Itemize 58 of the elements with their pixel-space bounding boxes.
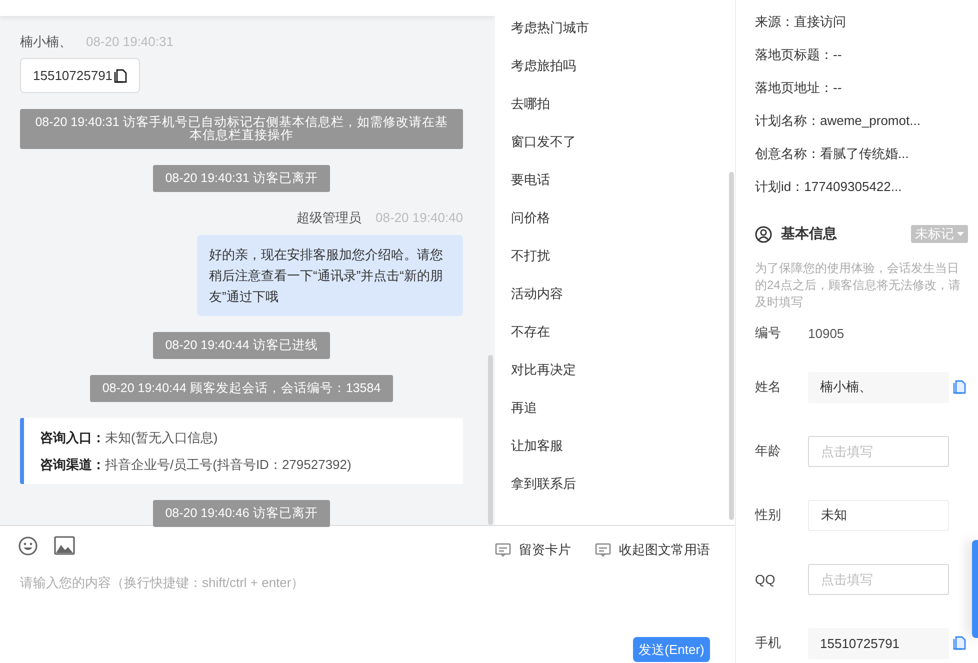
caret-icon bbox=[957, 232, 964, 236]
source-info: 计划id：177409305422... bbox=[755, 178, 902, 196]
field-label: QQ bbox=[755, 572, 776, 586]
notice-text: 为了保障您的使用体验，会话发生当日的24点之后，顾客信息将无法修改，请及时填写 bbox=[755, 260, 962, 311]
user-icon bbox=[755, 226, 772, 242]
field-value: 10905 bbox=[808, 326, 844, 340]
message-time: 08-20 19:40:40 bbox=[376, 209, 463, 227]
phrase-item[interactable]: 问价格 bbox=[511, 199, 550, 237]
phrase-item[interactable]: 要电话 bbox=[511, 161, 550, 199]
source-info: 计划名称：aweme_promot... bbox=[755, 112, 920, 130]
message-icon bbox=[595, 543, 611, 557]
phrase-item[interactable]: 让加客服 bbox=[511, 427, 563, 465]
source-info: 落地页标题：-- bbox=[755, 46, 842, 64]
message-icon bbox=[495, 543, 511, 557]
select-field[interactable]: 未知 bbox=[808, 500, 949, 530]
field-label: 编号 bbox=[755, 324, 782, 342]
sender-name: 楠小楠、 bbox=[20, 33, 72, 51]
system-notice: 08-20 19:40:44 访客已进线 bbox=[153, 332, 330, 359]
system-notice: 08-20 19:40:31 访客已离开 bbox=[153, 165, 330, 192]
phrase-item[interactable]: 考虑旅拍吗 bbox=[511, 47, 576, 85]
side-handle[interactable] bbox=[972, 540, 978, 638]
section-title: 基本信息 bbox=[781, 225, 838, 243]
field-label: 性别 bbox=[755, 506, 782, 524]
scrollbar[interactable] bbox=[729, 172, 734, 520]
input-field[interactable]: 点击填写 bbox=[808, 564, 949, 594]
field-label: 姓名 bbox=[755, 378, 782, 396]
entry-info: 咨询渠道：抖音企业号/员工号(抖音号ID：279527392) bbox=[40, 456, 352, 474]
image-icon[interactable] bbox=[54, 536, 75, 555]
tool-button[interactable]: 收起图文常用语 bbox=[595, 541, 710, 559]
message-bubble: 好的亲，现在安排客服加您介绍哈。请您稍后注意查看一下“通讯录”并点击“新的朋友”通过下哦 bbox=[197, 235, 463, 316]
tool-button[interactable]: 留资卡片 bbox=[495, 541, 571, 559]
field-label: 年龄 bbox=[755, 442, 782, 460]
phone-card[interactable]: 15510725791 bbox=[20, 58, 140, 93]
scrollbar[interactable] bbox=[488, 355, 493, 525]
phrase-item[interactable]: 考虑热门城市 bbox=[511, 9, 589, 47]
phrase-item[interactable]: 不打扰 bbox=[511, 237, 550, 275]
phrase-item[interactable]: 去哪拍 bbox=[511, 85, 550, 123]
copy-icon[interactable] bbox=[114, 68, 127, 82]
system-notice: 08-20 19:40:46 访客已离开 bbox=[153, 500, 330, 527]
source-info: 来源：直接访问 bbox=[755, 13, 846, 31]
sender-name: 超级管理员 bbox=[296, 209, 362, 227]
phrase-item[interactable]: 不存在 bbox=[511, 313, 550, 351]
entry-info: 咨询入口：未知(暂无入口信息) bbox=[40, 429, 219, 447]
field-label: 手机 bbox=[755, 634, 782, 652]
input-field[interactable]: 点击填写 bbox=[808, 436, 949, 466]
readonly-field: 15510725791 bbox=[808, 628, 949, 658]
phrase-item[interactable]: 拿到联系后 bbox=[511, 465, 576, 503]
phrase-item[interactable]: 活动内容 bbox=[511, 275, 563, 313]
phrase-item[interactable]: 再追 bbox=[511, 389, 537, 427]
emoji-icon[interactable] bbox=[18, 536, 38, 556]
readonly-field: 楠小楠、 bbox=[808, 372, 949, 402]
system-notice: 08-20 19:40:31 访客手机号已自动标记右侧基本信息栏，如需修改请在基本信息栏直接操作 bbox=[20, 109, 463, 149]
system-notice: 08-20 19:40:44 顾客发起会话，会话编号：13584 bbox=[90, 375, 393, 402]
source-info: 创意名称：看腻了传统婚... bbox=[755, 145, 909, 163]
phrase-item[interactable]: 对比再决定 bbox=[511, 351, 576, 389]
phrase-item[interactable]: 窗口发不了 bbox=[511, 123, 576, 161]
source-info: 落地页地址：-- bbox=[755, 79, 842, 97]
message-time: 08-20 19:40:31 bbox=[86, 33, 174, 51]
